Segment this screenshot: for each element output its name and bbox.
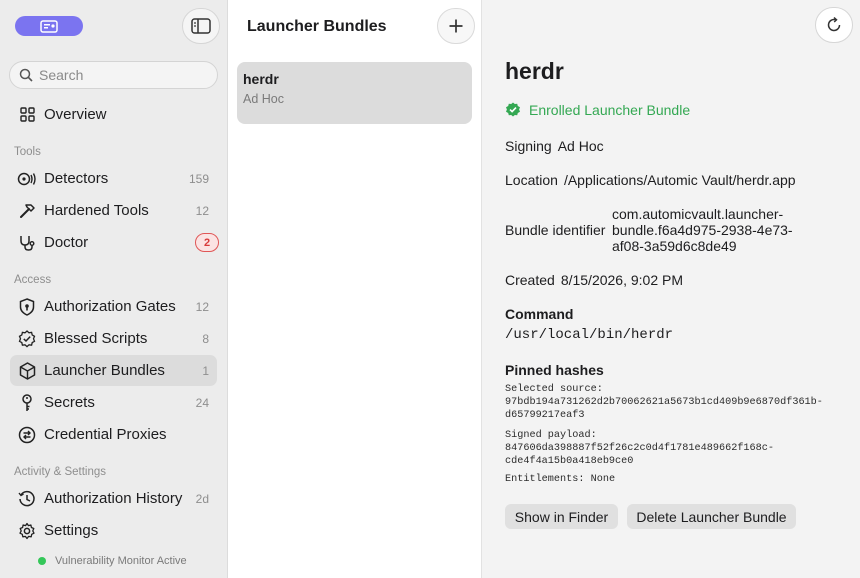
section-header-tools: Tools [14,146,41,158]
cube-icon [17,361,37,381]
sidebar-item-label: Blessed Scripts [44,330,148,347]
signed-payload-value: 847606da398887f52f26c2c0d4f1781e489662f1… [505,443,774,467]
signing-label: Signing [505,138,552,154]
sidebar-item-label: Authorization Gates [44,298,176,315]
list-title: Launcher Bundles [247,18,387,35]
location-row: Location /Applications/Automic Vault/her… [505,172,796,188]
signed-payload-label: Signed payload: [505,430,597,441]
shield-icon [17,297,37,317]
key-icon [17,393,37,413]
sidebar-item-overview[interactable]: Overview [10,99,217,130]
alert-badge: 2 [195,233,219,252]
item-count: 159 [188,171,209,186]
selected-source-hash: Selected source: 97bdb194a731262d2b70062… [505,383,845,422]
command-value: /usr/local/bin/herdr [505,327,674,343]
history-clock-icon [17,489,37,509]
sidebar-item-label: Overview [44,106,107,123]
sidebar-item-launcher-bundles[interactable]: Launcher Bundles 1 [10,355,217,386]
exchange-circle-icon [17,425,37,445]
pinned-hashes-heading: Pinned hashes [505,362,604,378]
entitlements-value: None [590,474,616,485]
detail-title: herdr [505,58,564,84]
stethoscope-icon [17,233,37,253]
signing-row: Signing Ad Hoc [505,138,604,154]
bundle-signing: Ad Hoc [243,92,284,106]
section-header-activity: Activity & Settings [14,466,107,478]
delete-bundle-button[interactable]: Delete Launcher Bundle [627,504,796,529]
location-value: /Applications/Automic Vault/herdr.app [563,172,796,188]
monitor-status-label: Vulnerability Monitor Active [55,555,187,567]
signed-payload-hash: Signed payload: 847606da398887f52f26c2c0… [505,429,845,468]
refresh-button[interactable] [815,7,853,43]
created-row: Created 8/15/2026, 9:02 PM [505,272,683,288]
status-dot [38,557,46,565]
sidebar-item-label: Detectors [44,170,109,187]
created-label: Created [505,272,555,288]
sidebar-item-label: Hardened Tools [44,202,149,219]
sidebar-item-detectors[interactable]: Detectors 159 [10,163,217,194]
account-button[interactable] [15,16,83,36]
add-bundle-button[interactable] [437,8,475,44]
item-count: 1 [202,363,209,378]
item-count: 8 [202,331,209,346]
sidebar-item-secrets[interactable]: Secrets 24 [10,387,217,418]
section-header-access: Access [14,274,52,286]
item-count: 2d [195,491,209,506]
location-label: Location [505,172,558,188]
selected-source-value: 97bdb194a731262d2b70062621a5673b1cd409b9… [505,397,823,421]
sidebar-item-settings[interactable]: Settings [10,515,217,546]
sidebar-item-hardened-tools[interactable]: Hardened Tools 12 [10,195,217,226]
search-field[interactable] [9,61,218,89]
bundle-identifier-label: Bundle identifier [505,222,606,238]
sidebar-item-label: Settings [44,522,99,539]
sidebar-icon [191,18,211,34]
sidebar-item-doctor[interactable]: Doctor 2 [10,227,219,258]
sidebar-item-label: Credential Proxies [44,426,167,443]
enrollment-status-label: Enrolled Launcher Bundle [529,102,691,118]
command-heading: Command [505,306,574,322]
check-seal-icon [506,102,520,117]
bundle-detail-pane: herdr Enrolled Launcher Bundle Signing A… [482,0,860,578]
sidebar-item-label: Secrets [44,394,95,411]
bundle-list-pane: Launcher Bundles herdr Ad Hoc [228,0,482,578]
item-count: 24 [195,395,209,410]
grid-icon [17,105,37,125]
sidebar-item-label: Doctor [44,234,89,251]
item-count: 12 [195,299,209,314]
sidebar-item-blessed-scripts[interactable]: Blessed Scripts 8 [10,323,217,354]
bundle-identifier-value: com.automicvault.launcher-bundle.f6a4d97… [612,206,793,254]
id-card-icon [40,19,58,33]
seal-check-icon [17,329,37,349]
sidebar-item-label: Launcher Bundles [44,362,165,379]
bundle-name: herdr [243,71,279,87]
sidebar-toggle-button[interactable] [182,8,220,44]
sensor-icon [17,169,37,189]
show-in-finder-button[interactable]: Show in Finder [505,504,618,529]
refresh-icon [827,16,841,32]
signing-value: Ad Hoc [557,138,604,154]
created-value: 8/15/2026, 9:02 PM [560,272,684,288]
plus-icon [449,19,463,33]
sidebar-item-credential-proxies[interactable]: Credential Proxies [10,419,217,450]
sidebar-item-authorization-history[interactable]: Authorization History 2d [10,483,217,514]
search-input[interactable] [39,67,199,83]
hammer-icon [17,201,37,221]
entitlements-label: Entitlements: [505,474,585,485]
list-item[interactable]: herdr Ad Hoc [237,62,472,124]
sidebar-item-authorization-gates[interactable]: Authorization Gates 12 [10,291,217,322]
item-count: 12 [195,203,209,218]
selected-source-label: Selected source: [505,384,603,395]
sidebar-item-label: Authorization History [44,490,183,507]
gear-icon [17,521,37,541]
entitlements-row: Entitlements: None [505,473,845,486]
enrollment-status: Enrolled Launcher Bundle [505,102,690,118]
search-icon [19,68,33,82]
monitor-status: Vulnerability Monitor Active [38,555,187,567]
sidebar: Overview Tools Detectors 159 Hardened To… [0,0,228,578]
